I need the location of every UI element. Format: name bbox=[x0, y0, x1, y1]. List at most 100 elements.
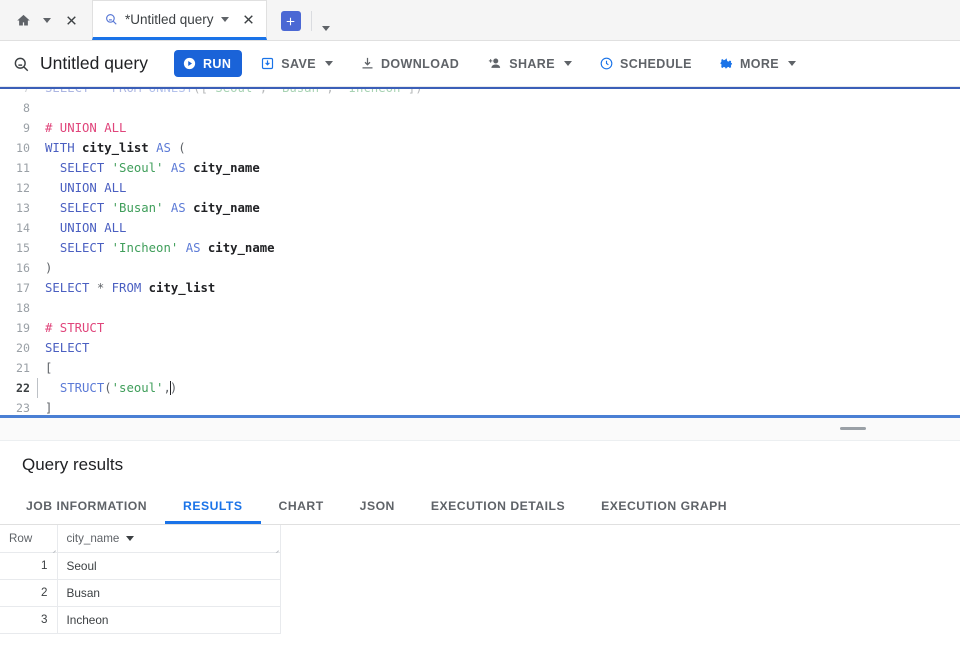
save-chevron-down-icon[interactable] bbox=[325, 61, 333, 66]
more-chevron-down-icon[interactable] bbox=[788, 61, 797, 66]
person-add-icon bbox=[486, 56, 503, 71]
results-table-container: Row city_name 1 Seoul 2 Busan 3 Incheon bbox=[0, 525, 960, 634]
clock-icon bbox=[599, 56, 614, 71]
code-token: , bbox=[326, 87, 342, 95]
code-token: 'Incheon' bbox=[341, 87, 408, 95]
line-number: 20 bbox=[16, 341, 30, 355]
add-tab-chevron-down-icon[interactable] bbox=[321, 26, 330, 31]
code-text[interactable]: SELECT * FROM UNNEST(['Seoul', 'Busan', … bbox=[37, 87, 960, 98]
share-button-label: SHARE bbox=[509, 56, 555, 71]
query-tab-label: *Untitled query bbox=[125, 11, 214, 27]
query-tab-chevron-down-icon[interactable] bbox=[220, 16, 229, 22]
column-header-city-name[interactable]: city_name bbox=[57, 525, 281, 553]
gear-icon bbox=[719, 56, 734, 71]
schedule-button[interactable]: SCHEDULE bbox=[590, 49, 701, 79]
code-line[interactable]: 20 SELECT bbox=[0, 338, 960, 358]
sql-editor[interactable]: 7 SELECT * FROM UNNEST(['Seoul', 'Busan',… bbox=[0, 87, 960, 418]
cell-row-number: 2 bbox=[0, 579, 58, 607]
results-table-body: 1 Seoul 2 Busan 3 Incheon bbox=[0, 552, 281, 634]
resize-handle[interactable] bbox=[840, 427, 866, 430]
line-number: 8 bbox=[23, 101, 30, 115]
cell-city-name[interactable]: Incheon bbox=[57, 606, 281, 634]
code-line[interactable]: 18 bbox=[0, 298, 960, 318]
code-text[interactable]: STRUCT('seoul',) bbox=[37, 378, 960, 398]
tab-job-information[interactable]: JOB INFORMATION bbox=[8, 499, 165, 524]
code-text[interactable]: SELECT 'Busan' AS city_name bbox=[37, 198, 960, 218]
code-text[interactable]: SELECT 'Incheon' AS city_name bbox=[37, 238, 960, 258]
tab-execution-graph[interactable]: EXECUTION GRAPH bbox=[583, 499, 745, 524]
code-text[interactable]: SELECT 'Seoul' AS city_name bbox=[37, 158, 960, 178]
code-token: [ bbox=[45, 361, 53, 375]
cell-city-name[interactable]: Busan bbox=[57, 579, 281, 607]
code-line[interactable]: 21 [ bbox=[0, 358, 960, 378]
tab-chart[interactable]: CHART bbox=[261, 499, 342, 524]
line-number: 7 bbox=[23, 87, 30, 95]
more-button[interactable]: MORE bbox=[710, 49, 805, 79]
query-tab-close-icon[interactable] bbox=[242, 13, 255, 26]
code-line[interactable]: 8 bbox=[0, 98, 960, 118]
code-line[interactable]: 13 SELECT 'Busan' AS city_name bbox=[0, 198, 960, 218]
home-close-icon[interactable] bbox=[60, 9, 82, 31]
code-token: ([ bbox=[193, 87, 208, 95]
page-title: Untitled query bbox=[40, 53, 148, 73]
line-number: 9 bbox=[23, 121, 30, 135]
code-text[interactable]: [ bbox=[37, 358, 960, 378]
code-text[interactable]: WITH city_list AS ( bbox=[37, 138, 960, 158]
results-title: Query results bbox=[22, 455, 124, 474]
code-text[interactable]: # STRUCT bbox=[37, 318, 960, 338]
code-line[interactable]: 14 UNION ALL bbox=[0, 218, 960, 238]
code-text[interactable]: UNION ALL bbox=[37, 178, 960, 198]
tab-json[interactable]: JSON bbox=[342, 499, 413, 524]
column-resize-grip[interactable] bbox=[49, 544, 56, 551]
save-button[interactable]: SAVE bbox=[251, 49, 342, 79]
run-button[interactable]: RUN bbox=[173, 50, 243, 77]
code-token: 'Seoul' bbox=[207, 87, 260, 95]
column-header-row[interactable]: Row bbox=[0, 525, 58, 553]
code-line[interactable]: 15 SELECT 'Incheon' AS city_name bbox=[0, 238, 960, 258]
download-button[interactable]: DOWNLOAD bbox=[351, 49, 468, 79]
table-row[interactable]: 1 Seoul bbox=[0, 552, 281, 580]
code-token: SELECT bbox=[59, 161, 105, 175]
share-chevron-down-icon[interactable] bbox=[563, 61, 572, 66]
cell-city-name[interactable]: Seoul bbox=[57, 552, 281, 580]
tab-results[interactable]: RESULTS bbox=[165, 499, 260, 524]
code-text[interactable]: # UNION ALL bbox=[37, 118, 960, 138]
results-table-head: Row city_name bbox=[0, 525, 281, 553]
query-tab[interactable]: *Untitled query bbox=[92, 0, 267, 40]
sql-editor-lines[interactable]: 7 SELECT * FROM UNNEST(['Seoul', 'Busan',… bbox=[0, 87, 960, 418]
panel-splitter[interactable] bbox=[0, 418, 960, 441]
download-button-label: DOWNLOAD bbox=[381, 56, 460, 71]
code-line[interactable]: 16) bbox=[0, 258, 960, 278]
home-icon[interactable] bbox=[12, 9, 34, 31]
tab-label: JSON bbox=[359, 499, 395, 513]
code-text[interactable]: SELECT * FROM city_list bbox=[37, 278, 960, 298]
code-token: UNION ALL bbox=[59, 221, 127, 235]
code-line[interactable]: 17 SELECT * FROM city_list bbox=[0, 278, 960, 298]
code-line[interactable]: 10 WITH city_list AS ( bbox=[0, 138, 960, 158]
play-circle-icon bbox=[182, 56, 197, 71]
line-number: 19 bbox=[16, 321, 30, 335]
code-line[interactable]: 19 # STRUCT bbox=[0, 318, 960, 338]
code-line[interactable]: 12 UNION ALL bbox=[0, 178, 960, 198]
home-chevron-down-icon[interactable] bbox=[36, 9, 58, 31]
code-token: ) bbox=[169, 381, 178, 395]
column-resize-grip[interactable] bbox=[272, 544, 279, 551]
share-button[interactable]: SHARE bbox=[477, 49, 581, 79]
tab-execution-details[interactable]: EXECUTION DETAILS bbox=[413, 499, 583, 524]
code-line[interactable]: 9 # UNION ALL bbox=[0, 118, 960, 138]
code-text[interactable]: ) bbox=[37, 258, 960, 278]
add-tab-icon[interactable] bbox=[280, 11, 301, 31]
code-line[interactable]: 7 SELECT * FROM UNNEST(['Seoul', 'Busan',… bbox=[0, 87, 960, 98]
code-line[interactable]: 22 STRUCT('seoul',) bbox=[0, 378, 960, 398]
code-text[interactable]: SELECT bbox=[37, 338, 960, 358]
table-row[interactable]: 3 Incheon bbox=[0, 606, 281, 634]
code-line[interactable]: 11 SELECT 'Seoul' AS city_name bbox=[0, 158, 960, 178]
code-token: AS bbox=[156, 141, 171, 155]
code-text[interactable]: UNION ALL bbox=[37, 218, 960, 238]
table-row[interactable]: 2 Busan bbox=[0, 579, 281, 607]
column-menu-chevron-down-icon[interactable] bbox=[126, 535, 135, 541]
